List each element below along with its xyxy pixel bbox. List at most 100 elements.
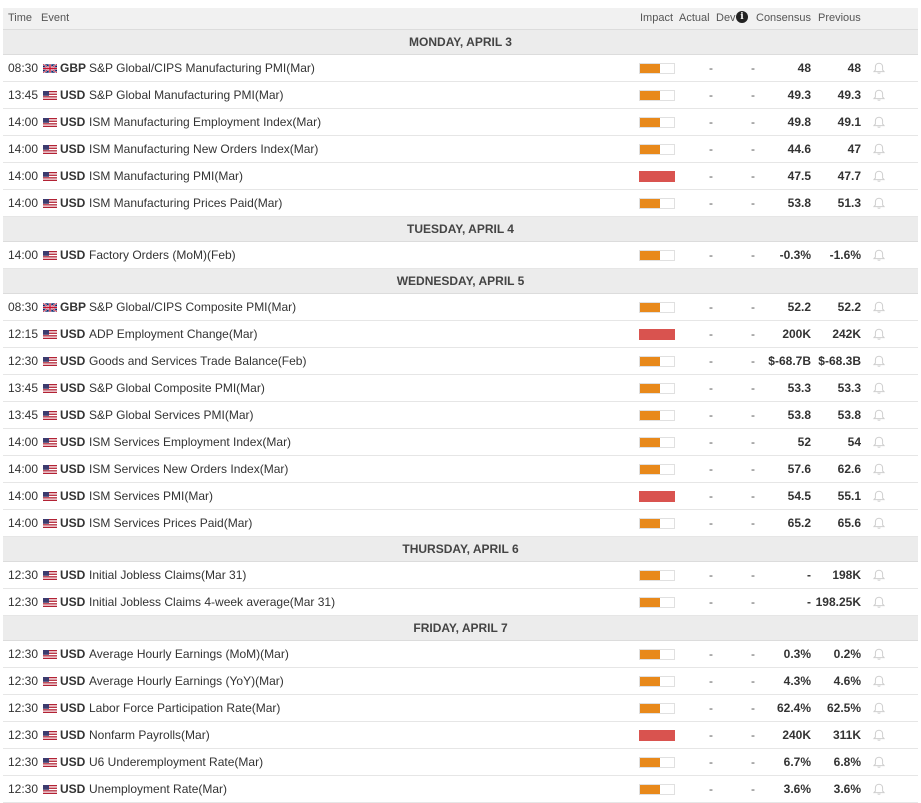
- event-currency: USD: [60, 88, 86, 102]
- bell-icon[interactable]: [872, 89, 886, 102]
- event-name[interactable]: S&P Global Services PMI(Mar): [89, 402, 254, 428]
- event-row[interactable]: 14:00 USD ISM Manufacturing New Orders Ind…: [3, 136, 918, 163]
- event-name[interactable]: ISM Manufacturing Prices Paid(Mar): [89, 190, 282, 216]
- event-row[interactable]: 08:30 GBP S&P Global/CIPS Composite PMI(Ma…: [3, 294, 918, 321]
- bell-icon[interactable]: [872, 596, 886, 609]
- event-row[interactable]: 14:00 USD ISM Services New Orders Index(Ma…: [3, 456, 918, 483]
- bell-icon[interactable]: [872, 116, 886, 129]
- bell-icon[interactable]: [872, 490, 886, 503]
- bell-icon[interactable]: [872, 382, 886, 395]
- event-row[interactable]: 12:30 USD Initial Jobless Claims 4-week av…: [3, 589, 918, 616]
- event-name[interactable]: ISM Manufacturing PMI(Mar): [89, 163, 243, 189]
- event-currency: USD: [60, 196, 86, 210]
- bell-icon[interactable]: [872, 409, 886, 422]
- bell-icon[interactable]: [872, 675, 886, 688]
- event-actual: -: [709, 435, 713, 449]
- event-name[interactable]: U6 Underemployment Rate(Mar): [89, 749, 263, 775]
- event-name[interactable]: S&P Global Manufacturing PMI(Mar): [89, 82, 284, 108]
- bell-icon[interactable]: [872, 702, 886, 715]
- event-name[interactable]: ISM Services Employment Index(Mar): [89, 429, 291, 455]
- col-dev-header[interactable]: Dev: [716, 12, 736, 24]
- event-name[interactable]: S&P Global/CIPS Composite PMI(Mar): [89, 294, 296, 320]
- event-row[interactable]: 12:30 USD U6 Underemployment Rate(Mar) - -6.…: [3, 749, 918, 776]
- bell-icon[interactable]: [872, 328, 886, 341]
- event-name[interactable]: Initial Jobless Claims 4-week average(Ma…: [89, 589, 335, 615]
- col-consensus-header[interactable]: Consensus: [756, 12, 811, 24]
- event-name[interactable]: Labor Force Participation Rate(Mar): [89, 695, 280, 721]
- bell-icon[interactable]: [872, 756, 886, 769]
- bell-icon[interactable]: [872, 301, 886, 314]
- event-name[interactable]: Factory Orders (MoM)(Feb): [89, 242, 236, 268]
- us-flag-icon: [43, 199, 57, 208]
- bell-icon[interactable]: [872, 463, 886, 476]
- event-name[interactable]: ISM Services Prices Paid(Mar): [89, 510, 252, 536]
- event-row[interactable]: 14:00 USD ISM Services Employment Index(Ma…: [3, 429, 918, 456]
- info-icon[interactable]: i: [736, 11, 748, 23]
- event-row[interactable]: 14:00 USD ISM Manufacturing PMI(Mar) - -47.5…: [3, 163, 918, 190]
- event-name[interactable]: Nonfarm Payrolls(Mar): [89, 722, 210, 748]
- bell-icon[interactable]: [872, 62, 886, 75]
- event-row[interactable]: 12:30 USD Unemployment Rate(Mar) - -3.6% 3.6%: [3, 776, 918, 803]
- event-name[interactable]: Initial Jobless Claims(Mar 31): [89, 562, 246, 588]
- event-name[interactable]: ISM Manufacturing Employment Index(Mar): [89, 109, 321, 135]
- event-name[interactable]: ISM Services PMI(Mar): [89, 483, 213, 509]
- col-actual-header[interactable]: Actual: [679, 12, 710, 24]
- bell-icon[interactable]: [872, 517, 886, 530]
- event-row[interactable]: 12:30 USD Average Hourly Earnings (MoM)(Ma…: [3, 641, 918, 668]
- event-time: 12:30: [8, 354, 39, 368]
- event-actual: -: [709, 300, 713, 314]
- col-impact-header[interactable]: Impact: [640, 12, 673, 24]
- event-name[interactable]: ADP Employment Change(Mar): [89, 321, 258, 347]
- event-row[interactable]: 14:00 USD ISM Manufacturing Prices Paid(Ma…: [3, 190, 918, 217]
- event-name[interactable]: Average Hourly Earnings (YoY)(Mar): [89, 668, 284, 694]
- event-time: 14:00: [8, 248, 39, 262]
- event-row[interactable]: 14:00 USD ISM Manufacturing Employment Ind…: [3, 109, 918, 136]
- event-name[interactable]: S&P Global/CIPS Manufacturing PMI(Mar): [89, 55, 315, 81]
- bell-icon[interactable]: [872, 143, 886, 156]
- event-name[interactable]: Unemployment Rate(Mar): [89, 776, 227, 802]
- bell-icon[interactable]: [872, 170, 886, 183]
- event-time: 12:30: [8, 674, 39, 688]
- event-row[interactable]: 13:45 USD S&P Global Composite PMI(Mar) - -5…: [3, 375, 918, 402]
- bell-icon[interactable]: [872, 569, 886, 582]
- bell-icon[interactable]: [872, 648, 886, 661]
- event-row[interactable]: 14:00 USD ISM Services PMI(Mar) - -54.5 55.1: [3, 483, 918, 510]
- event-row[interactable]: 13:45 USD S&P Global Services PMI(Mar) - -53…: [3, 402, 918, 429]
- day-header: MONDAY, APRIL 3: [3, 30, 918, 55]
- us-flag-icon: [43, 492, 57, 501]
- event-row[interactable]: 12:15 USD ADP Employment Change(Mar) - -200K…: [3, 321, 918, 348]
- bell-icon[interactable]: [872, 436, 886, 449]
- table-header: Time Event Impact Actual Dev i Consensus…: [3, 8, 918, 30]
- event-name[interactable]: Average Hourly Earnings (MoM)(Mar): [89, 641, 289, 667]
- bell-icon[interactable]: [872, 355, 886, 368]
- bell-icon[interactable]: [872, 729, 886, 742]
- us-flag-icon: [43, 677, 57, 686]
- event-row[interactable]: 12:30 USD Labor Force Participation Rate(M…: [3, 695, 918, 722]
- event-row[interactable]: 12:30 USD Nonfarm Payrolls(Mar) - -240K 311K: [3, 722, 918, 749]
- event-row[interactable]: 12:30 USD Goods and Services Trade Balance…: [3, 348, 918, 375]
- event-name[interactable]: S&P Global Composite PMI(Mar): [89, 375, 265, 401]
- event-previous: 4.6%: [833, 674, 861, 688]
- event-name[interactable]: Goods and Services Trade Balance(Feb): [89, 348, 306, 374]
- bell-icon[interactable]: [872, 197, 886, 210]
- event-actual: -: [709, 728, 713, 742]
- bell-icon[interactable]: [872, 249, 886, 262]
- col-event-header[interactable]: Event: [41, 12, 69, 24]
- col-previous-header[interactable]: Previous: [818, 12, 861, 24]
- impact-indicator: [639, 90, 675, 101]
- col-time-header[interactable]: Time: [8, 12, 32, 24]
- event-row[interactable]: 12:30 USD Initial Jobless Claims(Mar 31) - -…: [3, 562, 918, 589]
- event-time: 13:45: [8, 88, 39, 102]
- bell-icon[interactable]: [872, 783, 886, 796]
- event-row[interactable]: 08:30 GBP S&P Global/CIPS Manufacturing PM…: [3, 55, 918, 82]
- event-row[interactable]: 13:45 USD S&P Global Manufacturing PMI(Mar…: [3, 82, 918, 109]
- event-row[interactable]: 12:30 USD Average Hourly Earnings (YoY)(Ma…: [3, 668, 918, 695]
- event-row[interactable]: 14:00 USD ISM Services Prices Paid(Mar) - -6…: [3, 510, 918, 537]
- event-name[interactable]: ISM Services New Orders Index(Mar): [89, 456, 288, 482]
- event-time: 14:00: [8, 196, 39, 210]
- event-time: 13:45: [8, 408, 39, 422]
- event-name[interactable]: ISM Manufacturing New Orders Index(Mar): [89, 136, 318, 162]
- us-flag-icon: [43, 758, 57, 767]
- event-row[interactable]: 14:00 USD Factory Orders (MoM)(Feb) - - -0.3%…: [3, 242, 918, 269]
- event-time: 08:30: [8, 61, 39, 75]
